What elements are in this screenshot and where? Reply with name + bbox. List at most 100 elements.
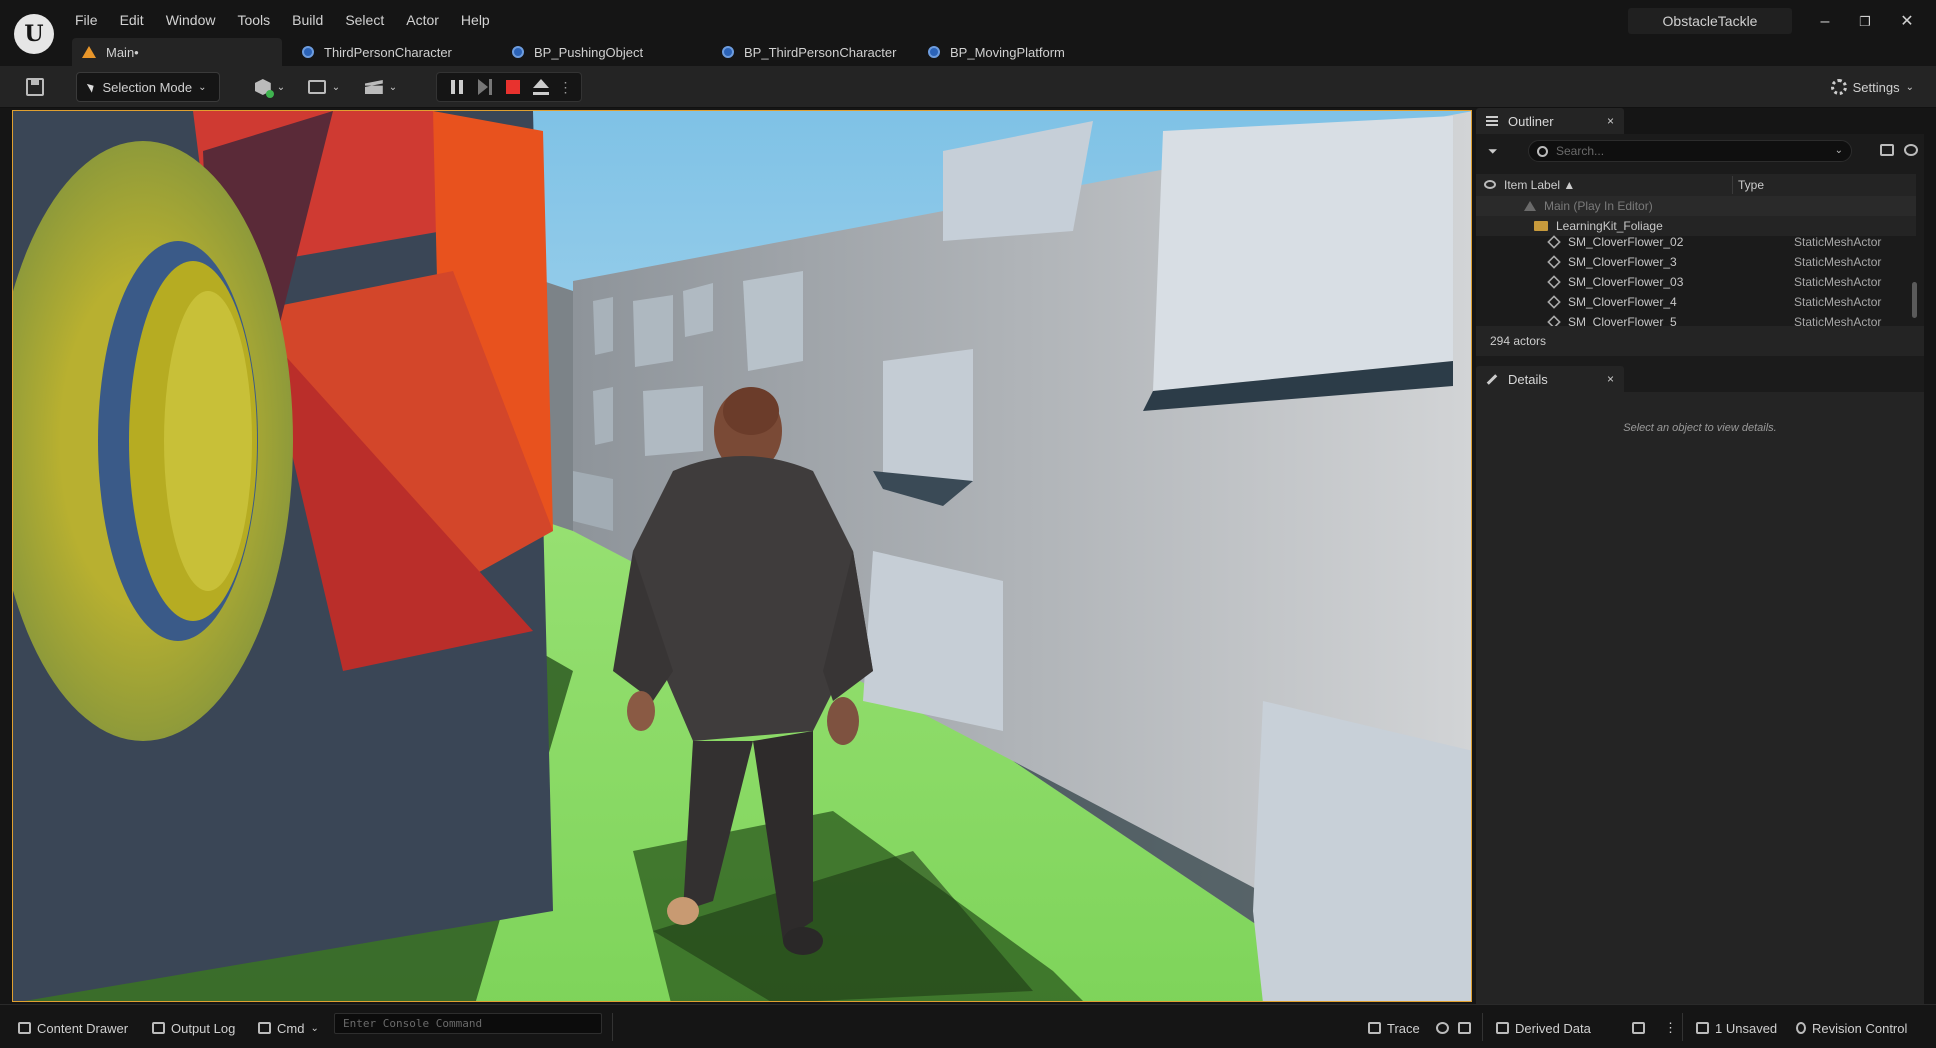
revision-control-button[interactable]: Revision Control <box>1796 1017 1907 1039</box>
save-button[interactable] <box>20 72 50 102</box>
visibility-eye-icon[interactable] <box>1484 180 1496 189</box>
derived-data-button[interactable]: Derived Data <box>1496 1017 1591 1039</box>
search-placeholder: Search... <box>1556 144 1605 158</box>
chevron-down-icon[interactable]: ⌄ <box>1835 145 1843 156</box>
selection-mode-dropdown[interactable]: Selection Mode ⌄ <box>76 72 220 102</box>
pause-icon <box>451 80 463 94</box>
tab-label: BP_ThirdPersonCharacter <box>744 44 897 60</box>
filter-icon[interactable]: ⏷ <box>1488 144 1498 159</box>
menu-bar: File Edit Window Tools Build Select Acto… <box>64 8 501 32</box>
unsaved-button[interactable]: 1 Unsaved <box>1696 1017 1777 1039</box>
table-row[interactable]: SM_CloverFlower_5 StaticMeshActor <box>1476 312 1916 326</box>
eject-button[interactable] <box>527 79 555 95</box>
outliner-tab[interactable]: Outliner × <box>1476 108 1624 134</box>
derived-data-label: Derived Data <box>1515 1020 1591 1036</box>
status-bar: Content Drawer Output Log Cmd ⌄ Trace De… <box>0 1004 1936 1048</box>
trace-label: Trace <box>1387 1020 1420 1036</box>
unreal-logo-icon[interactable]: U <box>14 14 54 54</box>
trace-button[interactable]: Trace <box>1368 1017 1420 1039</box>
chevron-down-icon: ⌄ <box>310 1022 319 1034</box>
frame-step-icon <box>478 79 492 95</box>
frame-skip-button[interactable] <box>471 79 499 95</box>
performance-button[interactable] <box>1632 1017 1651 1039</box>
play-options-button[interactable]: ⋮ <box>555 79 575 96</box>
settings-button[interactable]: Settings ⌄ <box>1830 72 1914 102</box>
level-icon <box>82 46 96 58</box>
chevron-down-icon: ⌄ <box>388 81 398 93</box>
more-options-button[interactable]: ⋮ <box>1664 1017 1677 1039</box>
menu-actor[interactable]: Actor <box>395 8 450 32</box>
pause-button[interactable] <box>443 80 471 94</box>
menu-edit[interactable]: Edit <box>109 8 155 32</box>
output-log-icon <box>152 1022 165 1034</box>
column-divider[interactable] <box>1732 176 1733 194</box>
revision-control-label: Revision Control <box>1812 1020 1908 1036</box>
blueprint-icon <box>302 46 314 58</box>
menu-file[interactable]: File <box>64 8 109 32</box>
settings-gear-icon[interactable] <box>1904 144 1918 156</box>
details-close-button[interactable]: × <box>1607 372 1614 386</box>
tab-bp-movingplatform[interactable]: BP_MovingPlatform <box>914 38 1124 66</box>
level-icon <box>1524 201 1536 211</box>
outliner-close-button[interactable]: × <box>1607 114 1614 128</box>
outliner-title: Outliner <box>1508 113 1554 129</box>
tab-main[interactable]: Main• <box>72 38 282 66</box>
menu-help[interactable]: Help <box>450 8 501 32</box>
blueprint-menu-icon <box>307 80 326 94</box>
table-row[interactable]: SM_CloverFlower_4 StaticMeshActor <box>1476 292 1916 312</box>
menu-select[interactable]: Select <box>334 8 395 32</box>
static-mesh-icon <box>1547 235 1561 249</box>
cmd-dropdown[interactable]: Cmd ⌄ <box>258 1017 319 1039</box>
unsaved-label: 1 Unsaved <box>1715 1020 1778 1036</box>
outliner-scrollbar[interactable] <box>1912 282 1917 318</box>
details-panel: Select an object to view details. <box>1476 392 1924 1004</box>
minimize-button[interactable]: – <box>1810 10 1840 34</box>
tab-label: ThirdPersonCharacter <box>324 44 452 60</box>
table-row[interactable]: SM_CloverFlower_3 StaticMeshActor <box>1476 252 1916 272</box>
record-button[interactable] <box>1436 1017 1455 1039</box>
tab-thirdpersoncharacter[interactable]: ThirdPersonCharacter <box>282 38 492 66</box>
blueprint-icon <box>928 46 940 58</box>
graph-icon <box>1632 1022 1645 1034</box>
tab-label: BP_MovingPlatform <box>950 44 1065 60</box>
cmd-label: Cmd <box>277 1020 305 1036</box>
close-window-button[interactable]: ✕ <box>1892 10 1922 34</box>
chevron-down-icon: ⌄ <box>1905 81 1914 93</box>
restore-button[interactable]: ❐ <box>1850 10 1880 34</box>
content-drawer-icon <box>18 1022 31 1034</box>
outliner-column-header: Item Label ▲ Type <box>1476 174 1916 196</box>
project-name: ObstacleTackle <box>1628 8 1792 34</box>
tab-bp-thirdpersoncharacter[interactable]: BP_ThirdPersonCharacter <box>702 38 914 66</box>
details-empty-message: Select an object to view details. <box>1623 422 1777 434</box>
blueprint-icon <box>722 46 734 58</box>
list-item[interactable]: Main (Play In Editor) <box>1476 196 1916 216</box>
menu-window[interactable]: Window <box>155 8 227 32</box>
outliner-search-input[interactable]: Search... ⌄ <box>1528 140 1852 162</box>
table-row[interactable]: SM_CloverFlower_02 StaticMeshActor <box>1476 232 1916 252</box>
console-command-input[interactable]: Enter Console Command <box>334 1013 602 1034</box>
chevron-down-icon: ⌄ <box>198 81 207 93</box>
cinematics-button[interactable]: ⌄ <box>360 72 402 102</box>
stop-button[interactable] <box>499 80 527 94</box>
menu-build[interactable]: Build <box>281 8 334 32</box>
camera-icon <box>1458 1022 1471 1034</box>
screenshot-button[interactable] <box>1458 1017 1477 1039</box>
tab-bp-pushingobject[interactable]: BP_PushingObject <box>492 38 702 66</box>
details-tab[interactable]: Details × <box>1476 366 1624 392</box>
level-viewport[interactable] <box>12 110 1472 1002</box>
title-bar: U File Edit Window Tools Build Select Ac… <box>0 0 1936 66</box>
settings-label: Settings <box>1852 79 1900 95</box>
blueprint-snap-button[interactable]: ⌄ <box>304 72 344 102</box>
record-icon <box>1436 1022 1449 1034</box>
save-icon <box>26 78 44 96</box>
content-drawer-button[interactable]: Content Drawer <box>18 1017 128 1039</box>
table-row[interactable]: SM_CloverFlower_03 StaticMeshActor <box>1476 272 1916 292</box>
menu-tools[interactable]: Tools <box>226 8 281 32</box>
selection-mode-label: Selection Mode <box>102 79 193 95</box>
blueprint-icon <box>512 46 524 58</box>
static-mesh-icon <box>1547 295 1561 309</box>
column-type[interactable]: Type <box>1738 178 1764 192</box>
output-log-button[interactable]: Output Log <box>152 1017 235 1039</box>
column-item-label[interactable]: Item Label ▲ <box>1504 178 1575 192</box>
add-folder-icon[interactable] <box>1880 144 1894 156</box>
